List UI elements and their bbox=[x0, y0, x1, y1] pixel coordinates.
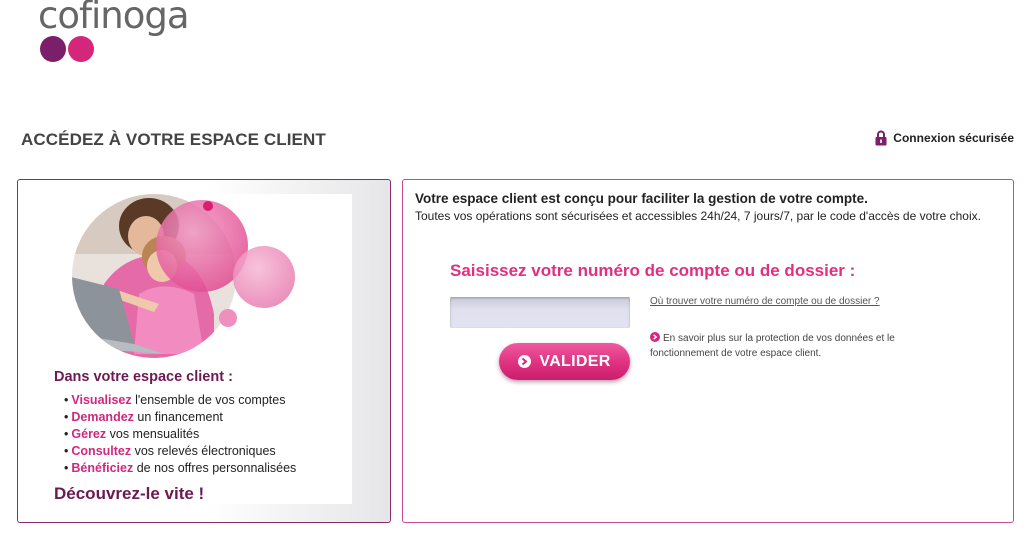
promo-content: Dans votre espace client : • Visualisez l… bbox=[34, 194, 352, 504]
logo-dot-purple bbox=[40, 36, 66, 62]
cofinoga-logo[interactable]: cofinoga bbox=[38, 0, 198, 66]
list-item: • Consultez vos relevés électroniques bbox=[64, 444, 276, 458]
data-protection-link[interactable]: En savoir plus sur la protection de vos … bbox=[650, 333, 895, 359]
discover-cta: Découvrez-le vite ! bbox=[54, 484, 205, 503]
find-account-number-link[interactable]: Où trouver votre numéro de compte ou de … bbox=[650, 296, 880, 307]
logo-dot-pink bbox=[68, 36, 94, 62]
page-title: ACCÉDEZ À VOTRE ESPACE CLIENT bbox=[21, 130, 326, 149]
account-number-heading: Saisissez votre numéro de compte ou de d… bbox=[450, 261, 856, 280]
valider-button[interactable]: VALIDER bbox=[499, 343, 630, 380]
secure-connection-label: Connexion sécurisée bbox=[893, 131, 1014, 145]
arrow-right-icon bbox=[650, 332, 660, 342]
list-item: • Gérez vos mensualités bbox=[64, 427, 200, 441]
mother-daughter-laptop-photo bbox=[72, 194, 295, 358]
valider-label: VALIDER bbox=[539, 352, 611, 370]
lock-icon bbox=[875, 130, 887, 146]
logo-wordmark: cofinoga bbox=[38, 0, 190, 37]
account-number-input[interactable] bbox=[450, 297, 630, 328]
promo-panel: Dans votre espace client : • Visualisez l… bbox=[17, 179, 391, 523]
benefits-list: • Visualisez l'ensemble de vos comptes • D… bbox=[64, 392, 296, 477]
list-item: • Bénéficiez de nos offres personnalisées bbox=[64, 461, 297, 475]
intro-heading: Votre espace client est conçu pour facil… bbox=[415, 191, 868, 206]
data-protection-info[interactable]: En savoir plus sur la protection de vos … bbox=[650, 331, 950, 361]
promo-subtitle: Dans votre espace client : bbox=[54, 369, 233, 385]
list-item: • Visualisez l'ensemble de vos comptes bbox=[64, 393, 286, 407]
intro-text: Toutes vos opérations sont sécurisées et… bbox=[415, 209, 981, 223]
secure-connection: Connexion sécurisée bbox=[875, 130, 1014, 146]
login-panel: Votre espace client est conçu pour facil… bbox=[402, 179, 1014, 523]
arrow-right-icon bbox=[518, 355, 532, 368]
list-item: • Demandez un financement bbox=[64, 410, 223, 424]
